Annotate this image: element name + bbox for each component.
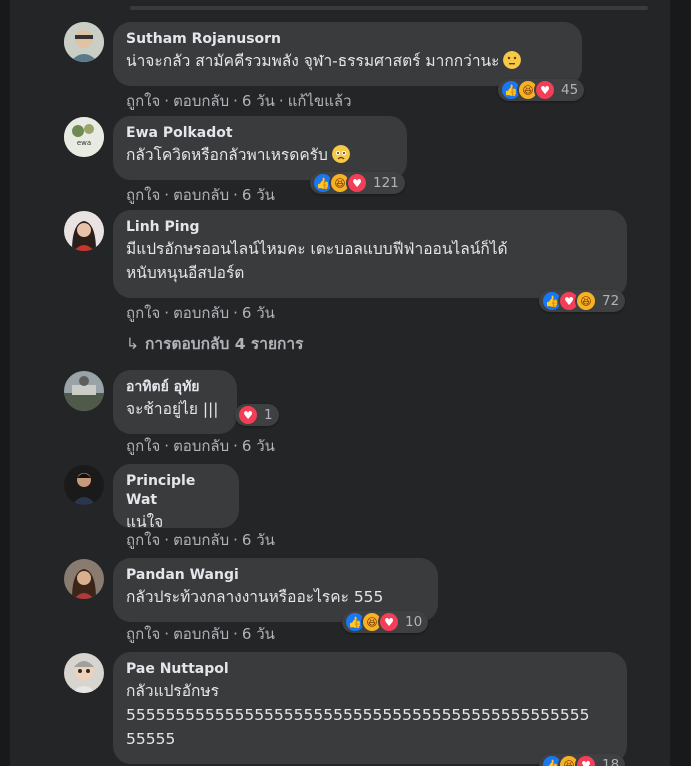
comment-text: จะช้าอยู่ไย ||| [126, 400, 219, 418]
like-link[interactable]: ถูกใจ [126, 304, 160, 322]
love-icon: ♥ [346, 172, 368, 194]
comment-bubble: Sutham Rojanusorn น่าจะกลัว สามัคคีรวมพล… [113, 22, 582, 86]
comment-author[interactable]: Linh Ping [126, 218, 615, 237]
timestamp[interactable]: 6 วัน [242, 531, 275, 549]
emoji-icon [331, 145, 350, 163]
reply-link[interactable]: ตอบกลับ [173, 437, 229, 455]
comment-bubble: Pae Nuttapol กลัวแปรอักษร 55555555555555… [113, 652, 627, 764]
reaction-summary[interactable]: 👍 ♥ 😆 72 [539, 290, 626, 312]
comments-panel: Sutham Rojanusorn น่าจะกลัว สามัคคีรวมพล… [10, 0, 670, 766]
comment-actions: ถูกใจ · ตอบกลับ · 6 วัน [126, 625, 275, 643]
avatar[interactable] [64, 559, 104, 599]
like-link[interactable]: ถูกใจ [126, 531, 160, 549]
comment-author[interactable]: Principle Wat [126, 472, 227, 510]
comment-author[interactable]: Pandan Wangi [126, 566, 426, 585]
comment-actions: ถูกใจ · ตอบกลับ · 6 วัน · แก้ไขแล้ว [126, 92, 352, 110]
avatar[interactable] [64, 653, 104, 693]
timestamp[interactable]: 6 วัน [242, 186, 275, 204]
reaction-count: 45 [561, 82, 579, 98]
reaction-count: 10 [405, 614, 423, 630]
avatar[interactable] [64, 465, 104, 505]
reaction-summary[interactable]: ♥ 1 [235, 404, 279, 426]
comment-actions: ถูกใจ · ตอบกลับ · 6 วัน [126, 531, 275, 549]
reply-link[interactable]: ตอบกลับ [173, 92, 229, 110]
reply-link[interactable]: ตอบกลับ [173, 186, 229, 204]
comment-actions: ถูกใจ · ตอบกลับ · 6 วัน [126, 437, 275, 455]
reaction-count: 18 [602, 757, 620, 766]
like-link[interactable]: ถูกใจ [126, 92, 160, 110]
avatar[interactable] [64, 371, 104, 411]
emoji-icon [503, 51, 522, 69]
haha-icon: 😆 [575, 290, 597, 312]
comment-author[interactable]: Ewa Polkadot [126, 124, 395, 143]
reaction-summary[interactable]: 👍 😆 ♥ 45 [498, 79, 585, 101]
comment-actions: ถูกใจ · ตอบกลับ · 6 วัน [126, 304, 275, 322]
timestamp[interactable]: 6 วัน [242, 92, 275, 110]
reaction-count: 72 [602, 293, 620, 309]
reaction-summary[interactable]: 👍 😆 ♥ 121 [310, 172, 405, 194]
comment-author[interactable]: Pae Nuttapol [126, 660, 615, 679]
like-link[interactable]: ถูกใจ [126, 625, 160, 643]
reaction-count: 121 [373, 175, 399, 191]
reaction-count: 1 [264, 407, 273, 423]
love-icon: ♥ [237, 404, 259, 426]
comment-text: น่าจะกลัว สามัคคีรวมพลัง จุฬา-ธรรมศาสตร์… [126, 49, 570, 73]
avatar[interactable] [64, 211, 104, 251]
comment-bubble: Principle Wat แน่ใจ [113, 464, 239, 531]
scrollbar-track[interactable] [670, 0, 691, 766]
timestamp[interactable]: 6 วัน [242, 304, 275, 322]
timestamp[interactable]: 6 วัน [242, 437, 275, 455]
comment-author[interactable]: อาทิตย์ อุทัย [126, 378, 225, 397]
view-replies-link[interactable]: ↳ การตอบกลับ 4 รายการ [126, 331, 303, 356]
timestamp[interactable]: 6 วัน [242, 625, 275, 643]
comment-text: กลัวประท้วงกลางงานหรืออะไรคะ 555 [126, 588, 384, 606]
reaction-summary[interactable]: 👍 😆 ♥ 18 [539, 754, 626, 766]
comment-actions: ถูกใจ · ตอบกลับ · 6 วัน [126, 186, 275, 204]
comment-bubble: Ewa Polkadot กลัวโควิดหรือกลัวพาเหรดครับ [113, 116, 407, 180]
avatar[interactable] [64, 22, 104, 62]
reaction-summary[interactable]: 👍 😆 ♥ 10 [342, 611, 429, 633]
comment-text: มีแปรอักษรออนไลน์ไหมคะ เตะบอลแบบฟีฟ่าออน… [126, 240, 508, 282]
view-replies-label: การตอบกลับ 4 รายการ [145, 335, 304, 353]
reply-link[interactable]: ตอบกลับ [173, 625, 229, 643]
svg-text:ewa: ewa [77, 139, 91, 147]
comment-bubble: อาทิตย์ อุทัย จะช้าอยู่ไย ||| [113, 370, 237, 434]
reply-arrow-icon: ↳ [126, 335, 139, 353]
reply-link[interactable]: ตอบกลับ [173, 304, 229, 322]
comment-bubble: Linh Ping มีแปรอักษรออนไลน์ไหมคะ เตะบอลแ… [113, 210, 627, 298]
edited-label: แก้ไขแล้ว [287, 92, 352, 110]
reply-link[interactable]: ตอบกลับ [173, 531, 229, 549]
comment-text: กลัวแปรอักษร 555555555555555555555555555… [126, 682, 590, 748]
like-link[interactable]: ถูกใจ [126, 437, 160, 455]
love-icon: ♥ [534, 79, 556, 101]
avatar[interactable]: ewa [64, 117, 104, 157]
like-link[interactable]: ถูกใจ [126, 186, 160, 204]
comment-text: กลัวโควิดหรือกลัวพาเหรดครับ [126, 143, 395, 167]
comment-author[interactable]: Sutham Rojanusorn [126, 30, 570, 49]
scroll-indicator [130, 6, 648, 10]
love-icon: ♥ [378, 611, 400, 633]
love-icon: ♥ [575, 754, 597, 766]
